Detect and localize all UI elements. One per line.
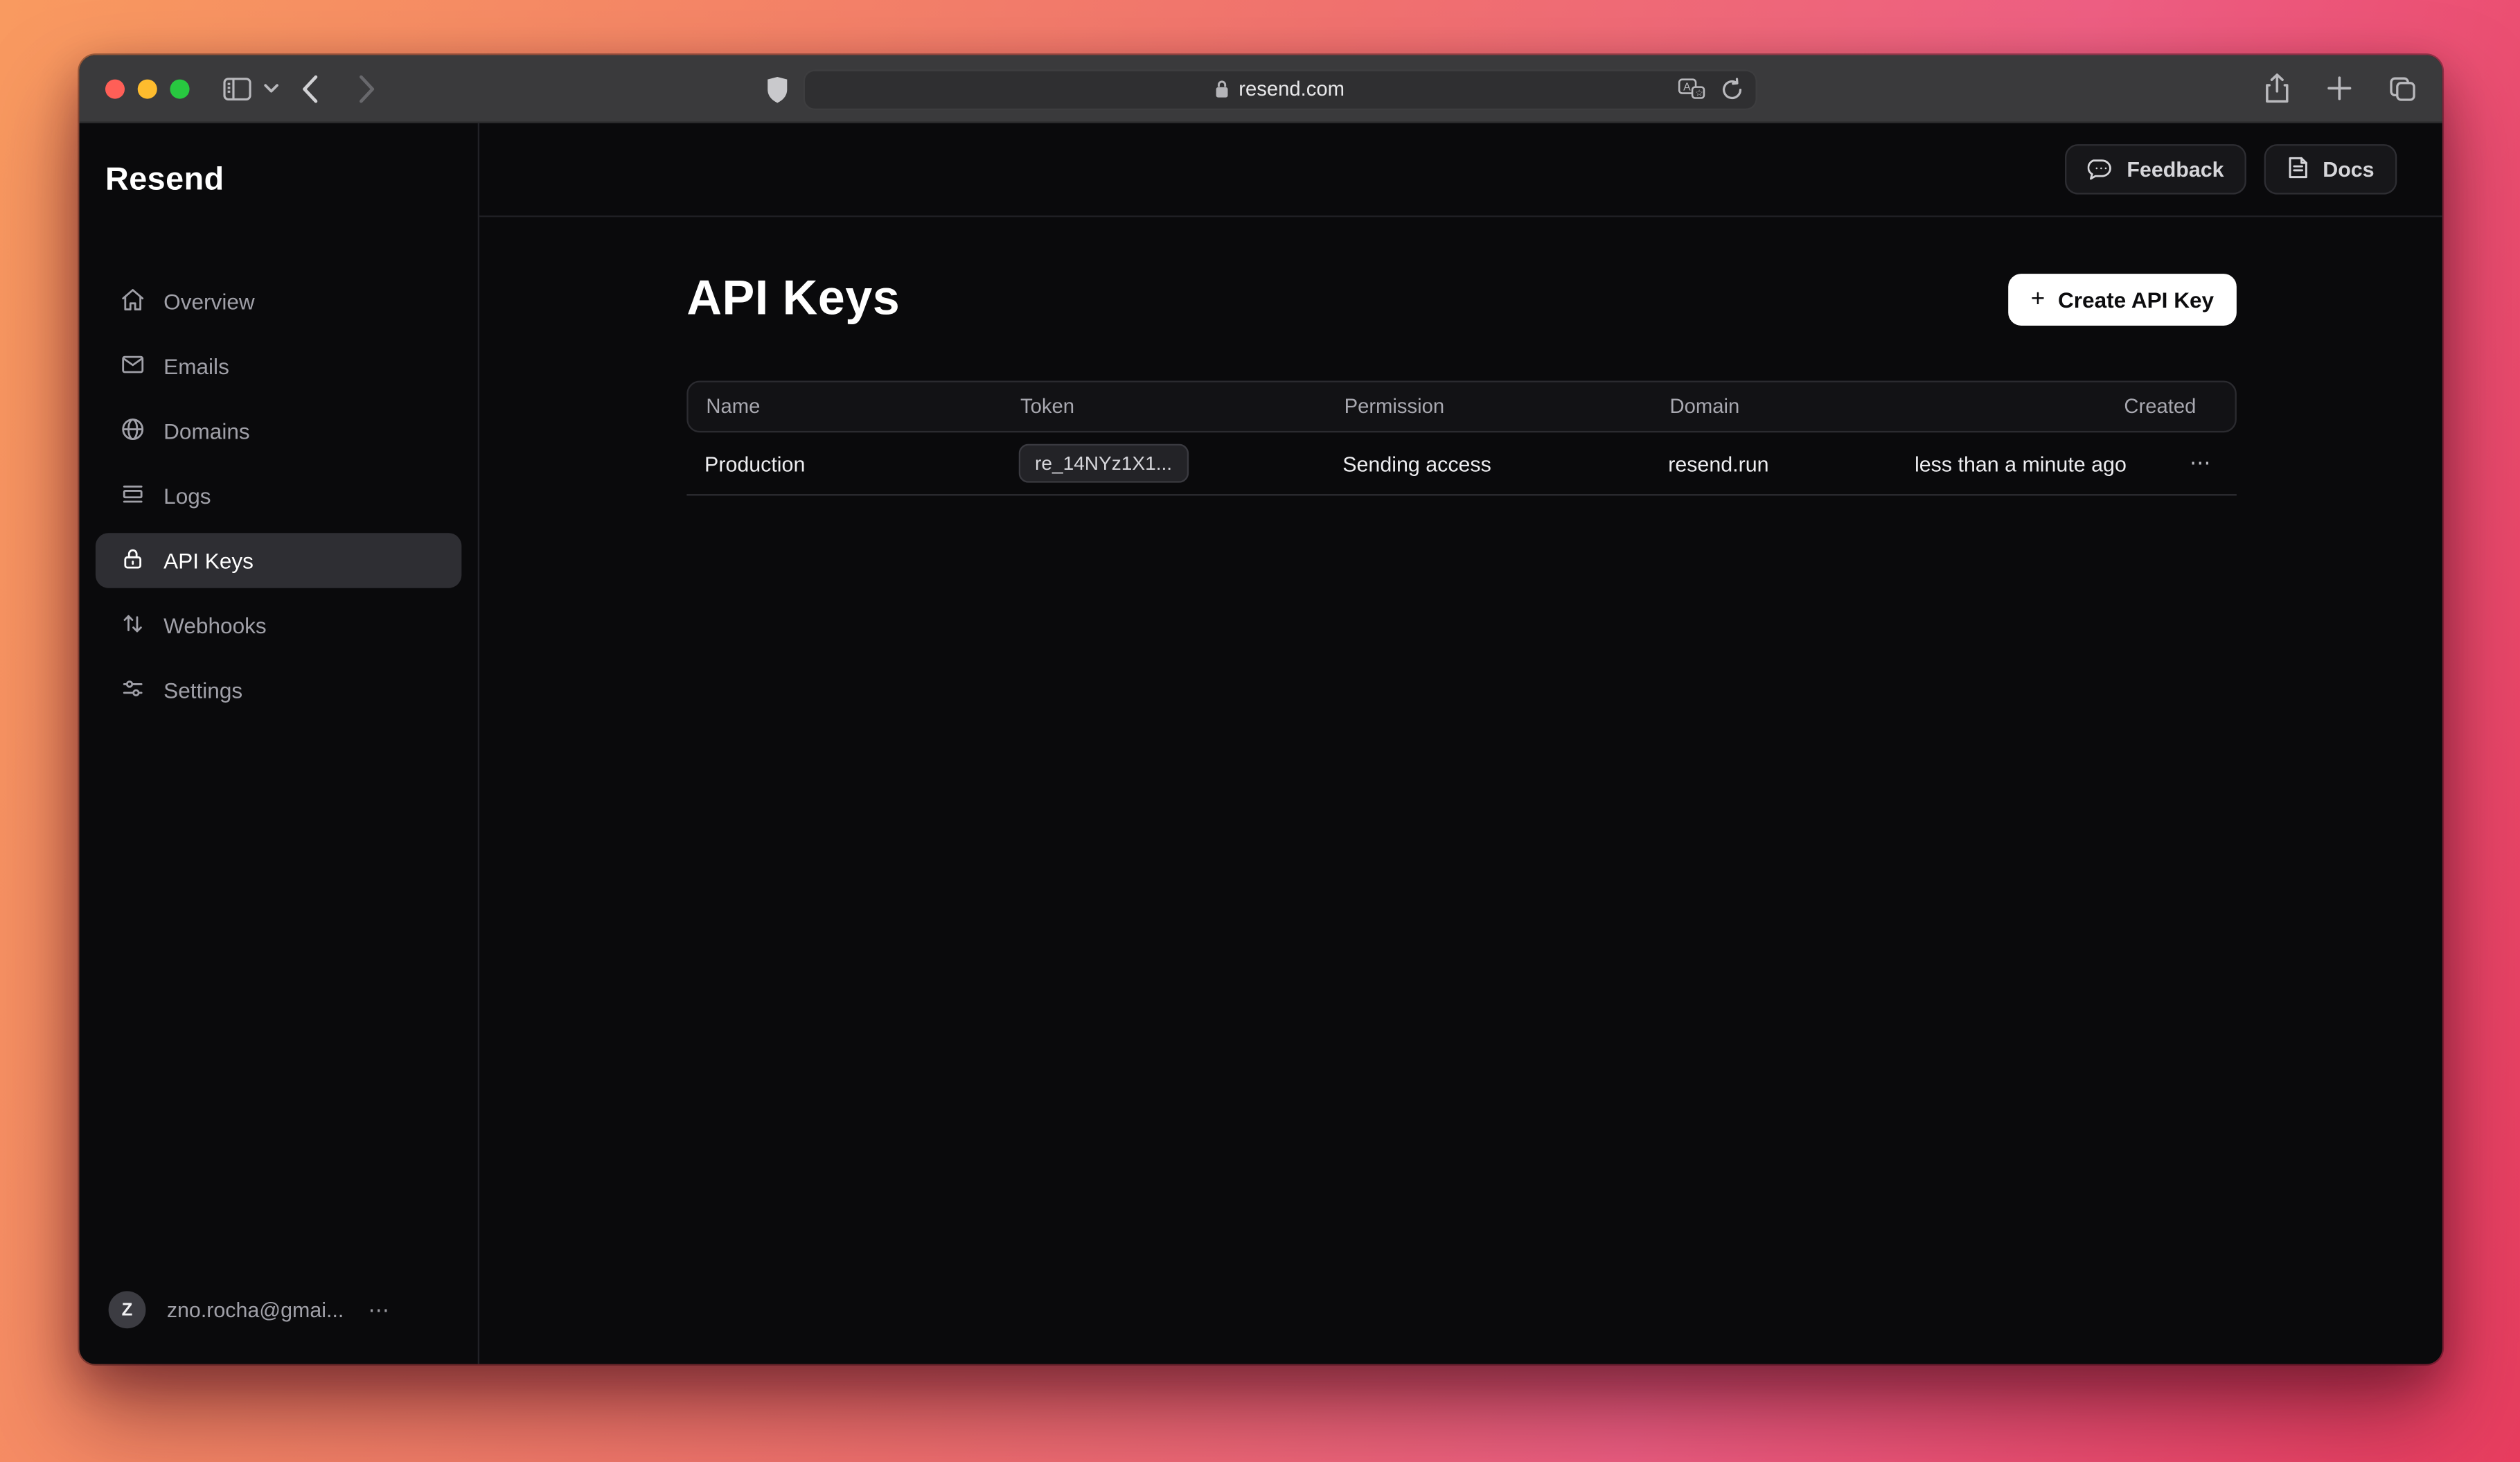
document-icon [2287, 155, 2310, 184]
browser-titlebar: resend.com A ☆ [80, 55, 2442, 123]
page-title: API Keys [686, 272, 900, 327]
key-permission: Sending access [1342, 451, 1668, 475]
sidebar-item-label: Emails [163, 354, 229, 378]
sidebar-nav: Overview Emails Domains [96, 274, 461, 718]
key-name: Production [686, 451, 1018, 475]
sidebar-item-overview[interactable]: Overview [96, 274, 461, 328]
reload-icon[interactable] [1721, 78, 1741, 100]
svg-text:A: A [1683, 82, 1690, 94]
user-account[interactable]: Z zno.rocha@gmai... ⋯ [109, 1291, 459, 1328]
sidebar-item-webhooks[interactable]: Webhooks [96, 598, 461, 653]
sidebar-item-api-keys[interactable]: API Keys [96, 533, 461, 588]
sidebar-item-emails[interactable]: Emails [96, 339, 461, 394]
top-bar: Feedback Docs [479, 123, 2442, 218]
globe-icon [120, 416, 145, 446]
page-content: API Keys + Create API Key Name Token Per… [479, 217, 2442, 495]
avatar: Z [109, 1291, 146, 1328]
shield-icon[interactable] [765, 76, 788, 103]
sidebar-item-settings[interactable]: Settings [96, 662, 461, 717]
token-chip[interactable]: re_14NYz1X1... [1019, 444, 1189, 483]
chat-bubble-icon [2088, 155, 2113, 184]
app-body: Resend Overview Emails [80, 123, 2442, 1364]
feedback-button[interactable]: Feedback [2066, 144, 2247, 194]
tab-overview-icon[interactable] [2389, 76, 2417, 101]
column-header-permission: Permission [1345, 395, 1670, 418]
main-area: Feedback Docs API Keys [479, 123, 2442, 1364]
logs-icon [120, 480, 145, 511]
column-header-created: Created [1892, 395, 2235, 418]
chevron-down-icon[interactable] [264, 82, 278, 94]
create-api-key-button[interactable]: + Create API Key [2008, 274, 2237, 326]
sliders-icon [120, 675, 145, 705]
user-email: zno.rocha@gmai... [167, 1298, 344, 1322]
lock-icon [120, 545, 145, 576]
mail-icon [120, 351, 145, 381]
docs-button[interactable]: Docs [2264, 144, 2397, 194]
sidebar-item-label: API Keys [163, 548, 254, 572]
row-menu-button[interactable]: ⋯ [2165, 450, 2237, 476]
sidebar-item-label: Logs [163, 484, 211, 508]
new-tab-icon[interactable] [2327, 76, 2352, 100]
translate-icon[interactable]: A ☆ [1677, 78, 1705, 100]
forward-icon[interactable] [358, 73, 376, 103]
svg-text:☆: ☆ [1694, 88, 1703, 98]
column-header-name: Name [689, 395, 1020, 418]
resend-logo: Resend [96, 152, 461, 200]
table-header: Name Token Permission Domain Created [686, 380, 2237, 432]
sidebar-item-domains[interactable]: Domains [96, 403, 461, 458]
sidebar-item-label: Domains [163, 419, 250, 443]
key-created: less than a minute ago [1890, 451, 2165, 475]
api-keys-table: Name Token Permission Domain Created Pro… [686, 380, 2237, 495]
table-row: Production re_14NYz1X1... Sending access… [686, 432, 2237, 495]
sidebar-item-logs[interactable]: Logs [96, 468, 461, 523]
key-domain: resend.run [1668, 451, 1890, 475]
sidebar-toggle-icon[interactable] [222, 76, 252, 101]
feedback-label: Feedback [2127, 157, 2224, 182]
minimize-window-button[interactable] [138, 78, 157, 98]
zoom-window-button[interactable] [170, 78, 189, 98]
address-bar[interactable]: resend.com A ☆ [803, 69, 1757, 109]
back-icon[interactable] [301, 73, 319, 103]
user-menu-button[interactable]: ⋯ [368, 1297, 391, 1323]
sidebar-item-label: Webhooks [163, 613, 267, 637]
desktop: resend.com A ☆ [0, 0, 2520, 1461]
column-header-token: Token [1020, 395, 1345, 418]
url-text: resend.com [1239, 78, 1345, 100]
sidebar: Resend Overview Emails [80, 123, 479, 1364]
lock-icon [1214, 80, 1229, 99]
docs-label: Docs [2323, 157, 2374, 182]
create-api-key-label: Create API Key [2058, 288, 2214, 312]
traffic-lights [105, 78, 190, 98]
share-icon[interactable] [2264, 73, 2290, 103]
plus-icon: + [2031, 285, 2045, 312]
column-header-domain: Domain [1670, 395, 1892, 418]
home-icon [120, 286, 145, 317]
close-window-button[interactable] [105, 78, 125, 98]
sidebar-item-label: Settings [163, 678, 242, 702]
arrows-up-down-icon [120, 610, 145, 640]
browser-window: resend.com A ☆ [80, 55, 2442, 1364]
sidebar-item-label: Overview [163, 289, 255, 313]
